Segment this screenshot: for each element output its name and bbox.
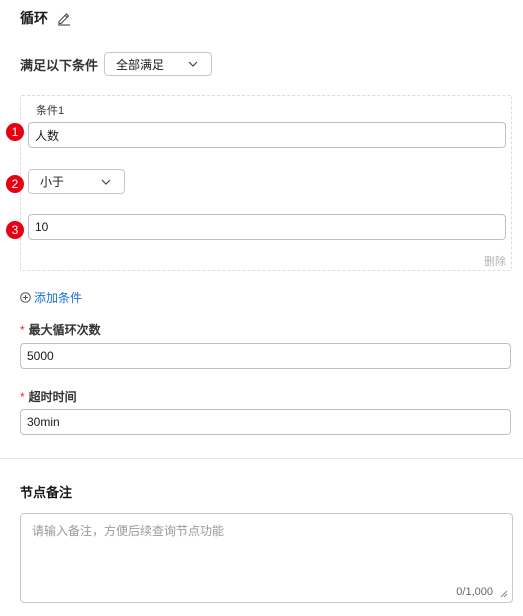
- notes-textarea[interactable]: 请输入备注，方便后续查询节点功能 0/1,000: [20, 513, 513, 603]
- match-mode-value: 全部满足: [116, 57, 165, 72]
- compare-value: 10: [35, 220, 49, 234]
- condition-field-input[interactable]: 人数: [28, 122, 506, 148]
- condition-title: 条件1: [36, 105, 65, 117]
- section-divider: [0, 458, 523, 459]
- timeout-input[interactable]: 30min: [20, 409, 511, 435]
- max-loops-value: 5000: [27, 349, 54, 363]
- step-badge-2: 2: [6, 175, 24, 193]
- step-badge-1: 1: [6, 123, 24, 141]
- plus-circle-icon: [20, 292, 31, 303]
- compare-value-input[interactable]: 10: [28, 214, 506, 240]
- max-loops-input[interactable]: 5000: [20, 343, 511, 369]
- node-title-row: 循环: [20, 8, 72, 28]
- node-title: 循环: [20, 10, 48, 26]
- required-mark: *: [20, 389, 25, 404]
- add-condition-label: 添加条件: [34, 291, 83, 305]
- add-condition-button[interactable]: 添加条件: [20, 289, 82, 306]
- required-mark: *: [20, 322, 25, 337]
- chevron-down-icon: [100, 176, 112, 188]
- operator-select[interactable]: 小于: [28, 169, 125, 194]
- timeout-value: 30min: [27, 415, 60, 429]
- step-badge-3: 3: [6, 221, 24, 239]
- chevron-down-icon: [187, 58, 199, 70]
- timeout-label: 超时时间: [28, 390, 77, 404]
- match-mode-select[interactable]: 全部满足: [104, 52, 213, 76]
- max-loops-label: 最大循环次数: [28, 323, 101, 337]
- pencil-icon[interactable]: [56, 10, 72, 26]
- match-label: 满足以下条件: [20, 57, 99, 73]
- notes-char-counter: 0/1,000: [456, 586, 493, 598]
- timeout-label-row: * 超时时间: [20, 388, 77, 405]
- resize-grip-icon[interactable]: [499, 589, 508, 598]
- match-condition-row: 满足以下条件 全部满足: [20, 52, 213, 76]
- max-loops-label-row: * 最大循环次数: [20, 321, 101, 338]
- delete-condition-button[interactable]: 删除: [484, 253, 506, 269]
- notes-placeholder: 请输入备注，方便后续查询节点功能: [32, 524, 225, 538]
- notes-title: 节点备注: [20, 485, 73, 500]
- operator-value: 小于: [40, 175, 65, 189]
- condition-field-value: 人数: [35, 128, 60, 143]
